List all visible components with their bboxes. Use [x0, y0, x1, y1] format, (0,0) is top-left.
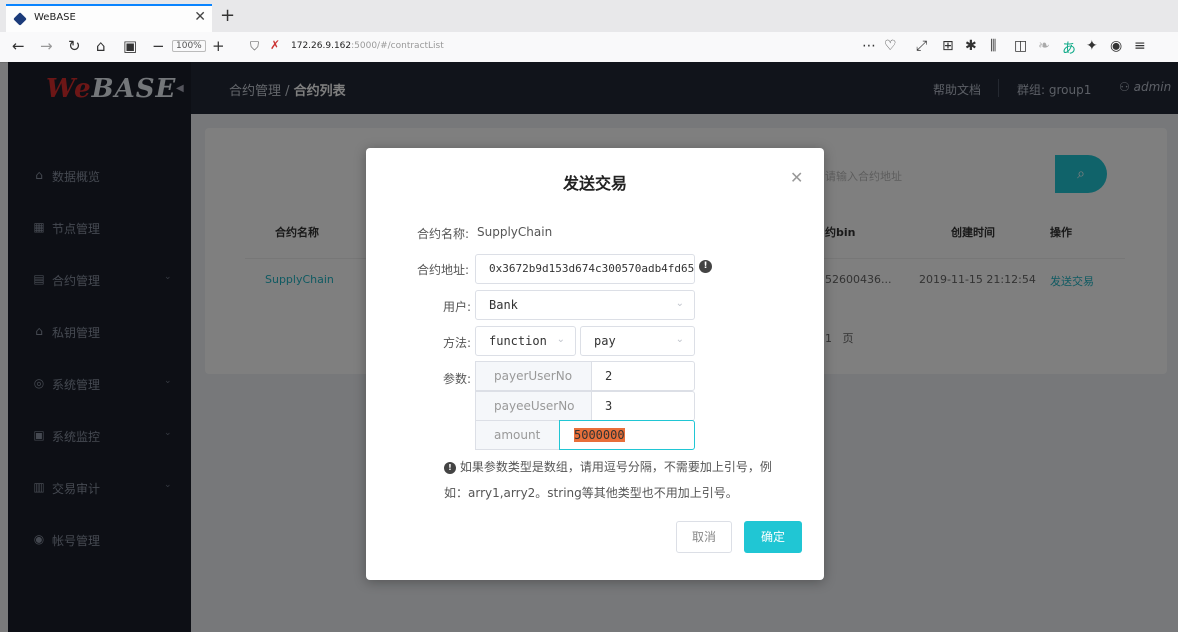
method-label: 方法:	[443, 336, 472, 350]
addon-icon[interactable]: ✦	[1086, 38, 1098, 54]
info-icon: !	[444, 462, 456, 474]
send-transaction-dialog: 发送交易 ✕ 合约名称: SupplyChain 合约地址: 0x3672b9d…	[366, 148, 824, 580]
pocket-icon[interactable]: ♡	[884, 38, 897, 54]
chevron-down-icon: ⌄	[675, 298, 684, 309]
account-icon[interactable]: ◉	[1110, 38, 1122, 54]
reload-icon[interactable]: ↻	[68, 37, 81, 55]
menu-icon[interactable]: ≡	[1134, 38, 1146, 54]
chevron-down-icon: ⌄	[675, 334, 684, 345]
user-label: 用户:	[443, 300, 472, 314]
param-name-payer: payerUserNo	[475, 361, 592, 391]
param-name-payee: payeeUserNo	[475, 391, 592, 421]
chevron-down-icon: ⌄	[556, 334, 565, 345]
browser-nav-bar: ← → ↻ ⌂ ▣ − 100% + ⛉ ✗ 172.26.9.162:5000…	[0, 32, 1178, 63]
url-text[interactable]: 172.26.9.162:5000/#/contractList	[291, 41, 444, 51]
insecure-lock-icon[interactable]: ✗	[270, 38, 280, 52]
extension-icon[interactable]: ✱	[965, 38, 977, 54]
method-type-select[interactable]: function ⌄	[475, 326, 576, 356]
cancel-button[interactable]: 取消	[676, 521, 732, 553]
method-name-select[interactable]: pay ⌄	[580, 326, 695, 356]
url-bar[interactable]: ⛉ ✗ 172.26.9.162:5000/#/contractList	[246, 37, 866, 57]
param-value: 5000000	[574, 428, 625, 442]
param-name-text: payeeUserNo	[494, 399, 575, 413]
browser-tab[interactable]: WeBASE ✕	[6, 4, 212, 32]
close-tab-icon[interactable]: ✕	[194, 9, 206, 25]
info-icon[interactable]: !	[699, 260, 712, 273]
param-hint: ! 如果参数类型是数组，请用逗号分隔，不需要加上引号，例	[444, 458, 772, 475]
contract-address-value: 0x3672b9d153d674c300570adb4fd65l	[489, 262, 695, 275]
zoom-level[interactable]: 100%	[172, 40, 206, 52]
url-host: 172.26.9.162	[291, 41, 352, 51]
reader-icon[interactable]: ❧	[1038, 38, 1050, 54]
user-select[interactable]: Bank ⌄	[475, 290, 695, 320]
forward-icon[interactable]: →	[40, 37, 53, 55]
shield-icon[interactable]: ⛉	[250, 39, 259, 54]
param-hint-line2: 如：arry1,arry2。string等其他类型也不用加上引号。	[444, 486, 738, 500]
contract-address-field[interactable]: 0x3672b9d153d674c300570adb4fd65l	[475, 254, 695, 284]
method-type-value: function	[489, 334, 547, 348]
page-actions-icon[interactable]: ⋯	[862, 38, 876, 54]
user-select-value: Bank	[489, 298, 518, 312]
param-name-text: payerUserNo	[494, 369, 573, 383]
param-value: 3	[605, 399, 613, 413]
confirm-button[interactable]: 确定	[744, 521, 802, 553]
home-icon[interactable]: ⌂	[96, 37, 106, 55]
sidebar-toggle-icon[interactable]: ◫	[1014, 38, 1027, 54]
param-name-text: amount	[494, 428, 541, 442]
contract-name-value: SupplyChain	[477, 225, 553, 239]
param-name-amount: amount	[475, 420, 560, 450]
webase-favicon-icon	[13, 12, 27, 26]
translate-icon[interactable]: あ	[1062, 38, 1076, 58]
close-icon[interactable]: ✕	[790, 168, 803, 187]
library-icon[interactable]: ▣	[123, 37, 137, 55]
param-input-amount[interactable]: 5000000	[559, 420, 695, 450]
param-value: 2	[605, 369, 613, 383]
expand-icon[interactable]: ⤢	[916, 38, 927, 54]
tab-title: WeBASE	[34, 12, 76, 23]
param-input-payer[interactable]: 2	[591, 361, 695, 391]
contract-address-label: 合约地址:	[417, 263, 470, 277]
param-input-payee[interactable]: 3	[591, 391, 695, 421]
browser-tab-bar: WeBASE ✕ +	[0, 0, 1178, 32]
dialog-title: 发送交易	[562, 174, 627, 193]
bookmarks-library-icon[interactable]: ⫼	[990, 38, 996, 54]
method-name-value: pay	[594, 334, 616, 348]
new-tab-icon[interactable]: +	[220, 5, 235, 26]
back-icon[interactable]: ←	[12, 37, 25, 55]
contract-name-label: 合约名称:	[417, 227, 470, 241]
param-hint-line1: 如果参数类型是数组，请用逗号分隔，不需要加上引号，例	[459, 460, 772, 474]
zoom-in-icon[interactable]: +	[212, 37, 225, 55]
zoom-out-icon[interactable]: −	[152, 37, 165, 55]
screenshot-icon[interactable]: ⊞	[942, 38, 954, 54]
params-label: 参数:	[443, 372, 472, 386]
url-path: :5000/#/contractList	[351, 41, 444, 51]
